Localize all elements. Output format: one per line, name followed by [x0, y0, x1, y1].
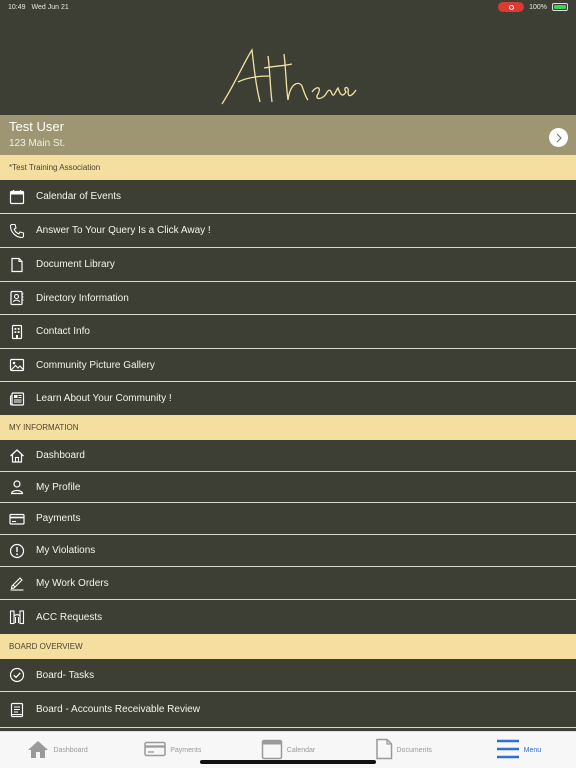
directory-icon: [8, 289, 26, 307]
menu-item-label: Board - Accounts Receivable Review: [36, 704, 200, 715]
book-icon: [8, 701, 26, 719]
section-my-information: MY INFORMATION: [0, 415, 576, 440]
screen-record-icon[interactable]: [498, 2, 525, 12]
building-icon: [8, 323, 26, 341]
menu-item-dashboard[interactable]: Dashboard: [0, 440, 576, 472]
menu-item-violations[interactable]: My Violations: [0, 535, 576, 567]
card-icon: [8, 510, 26, 528]
tab-label: Documents: [396, 746, 432, 754]
user-card[interactable]: Test User 123 Main St.: [0, 115, 576, 155]
menu-item-label: Contact Info: [36, 326, 90, 337]
image-icon: [8, 356, 26, 374]
tab-label: Payments: [170, 746, 202, 754]
acc-icon: [8, 608, 26, 626]
brand-logo: [0, 42, 576, 112]
menu-item-payments[interactable]: Payments: [0, 503, 576, 535]
tab-dashboard[interactable]: Dashboard: [0, 732, 115, 768]
tab-label: Calendar: [286, 746, 316, 754]
tab-menu[interactable]: Menu: [461, 732, 576, 768]
association-header: *Test Training Association: [0, 155, 576, 180]
menu-item-work-orders[interactable]: My Work Orders: [0, 567, 576, 600]
menu-item-directory[interactable]: Directory Information: [0, 282, 576, 315]
menu-item-gallery[interactable]: Community Picture Gallery: [0, 349, 576, 382]
menu-item-label: Document Library: [36, 259, 115, 270]
section-board-overview: BOARD OVERVIEW: [0, 634, 576, 659]
menu-item-query[interactable]: Answer To Your Query Is a Click Away !: [0, 214, 576, 248]
phone-icon: [8, 222, 26, 240]
tab-label: Dashboard: [53, 746, 88, 754]
pen-icon: [8, 574, 26, 592]
status-date: Wed Jun 21: [31, 3, 69, 11]
menu-item-label: My Profile: [36, 481, 81, 493]
menu-item-acc-requests[interactable]: ACC Requests: [0, 600, 576, 634]
menu-item-accounts-receivable[interactable]: Board - Accounts Receivable Review: [0, 692, 576, 728]
newspaper-icon: [8, 390, 26, 408]
menu-item-label: Calendar of Events: [36, 191, 122, 202]
menu-item-label: Payments: [36, 513, 81, 524]
menu-item-calendar[interactable]: Calendar of Events: [0, 180, 576, 214]
person-icon: [8, 478, 26, 496]
menu-item-contact[interactable]: Contact Info: [0, 315, 576, 349]
user-address: 123 Main St.: [9, 138, 66, 149]
menu-item-label: My Violations: [36, 545, 96, 556]
calendar-icon: [261, 738, 283, 762]
alert-icon: [8, 542, 26, 560]
menu-item-documents[interactable]: Document Library: [0, 248, 576, 282]
battery-icon: [552, 3, 568, 11]
battery-percent: 100%: [529, 3, 547, 11]
document-icon: [8, 256, 26, 274]
check-circle-icon: [8, 666, 26, 684]
menu-item-label: My Work Orders: [36, 577, 109, 589]
home-indicator: [200, 760, 376, 764]
card-icon: [144, 741, 166, 759]
menu-item-board-tasks[interactable]: Board- Tasks: [0, 659, 576, 692]
menu-item-learn[interactable]: Learn About Your Community !: [0, 382, 576, 415]
document-icon: [375, 738, 393, 762]
tab-label: Menu: [523, 746, 542, 754]
status-time: 10:49: [8, 3, 26, 11]
status-bar: 10:49 Wed Jun 21 100%: [0, 0, 576, 14]
chevron-right-icon[interactable]: [549, 128, 568, 147]
user-name: Test User: [9, 119, 64, 134]
menu-item-label: Answer To Your Query Is a Click Away !: [36, 225, 211, 236]
menu-icon: [496, 738, 520, 762]
home-icon: [8, 447, 26, 465]
menu-item-profile[interactable]: My Profile: [0, 472, 576, 503]
menu-item-label: ACC Requests: [36, 611, 103, 623]
home-icon: [27, 739, 49, 761]
menu-item-label: Community Picture Gallery: [36, 359, 155, 371]
menu-item-label: Dashboard: [36, 450, 85, 461]
menu-item-label: Directory Information: [36, 292, 129, 304]
calendar-icon: [8, 188, 26, 206]
menu-item-label: Learn About Your Community !: [36, 393, 172, 404]
menu-item-label: Board- Tasks: [36, 669, 95, 681]
